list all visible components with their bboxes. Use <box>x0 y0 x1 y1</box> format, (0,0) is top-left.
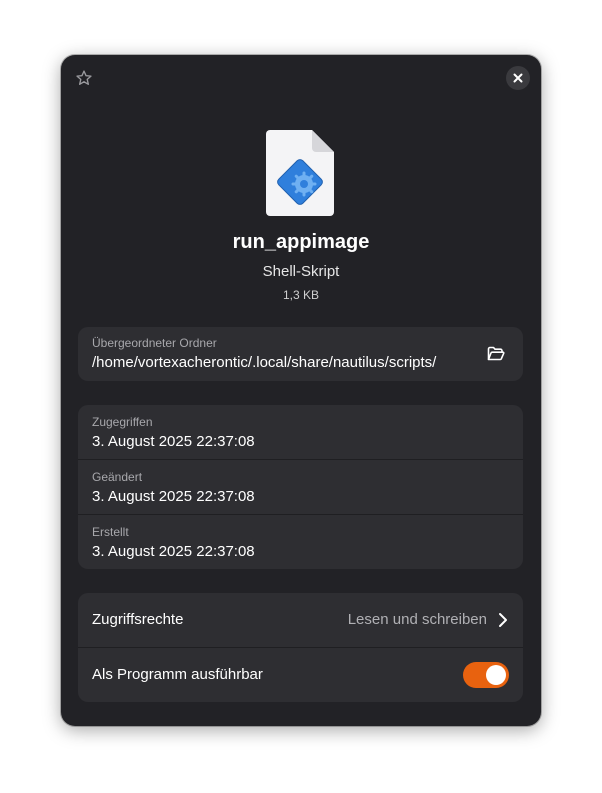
file-type: Shell-Skript <box>262 263 340 280</box>
parent-folder-path[interactable]: /home/vortexacherontic/.local/share/naut… <box>92 354 436 371</box>
parent-folder-card: Übergeordneter Ordner /home/vortexachero… <box>78 327 523 381</box>
open-parent-folder-button[interactable] <box>485 343 507 365</box>
date-row-accessed: Zugegriffen 3. August 2025 22:37:08 <box>78 405 523 459</box>
permissions-row[interactable]: Zugriffsrechte Lesen und schreiben <box>78 593 523 647</box>
dates-card: Zugegriffen 3. August 2025 22:37:08 Geän… <box>78 405 523 569</box>
date-row-modified: Geändert 3. August 2025 22:37:08 <box>78 460 523 514</box>
executable-toggle[interactable] <box>463 662 509 688</box>
accessed-label: Zugegriffen <box>92 415 153 429</box>
star-button[interactable] <box>73 67 95 89</box>
modified-label: Geändert <box>92 470 143 484</box>
toggle-knob <box>486 665 506 685</box>
accessed-value: 3. August 2025 22:37:08 <box>92 433 255 450</box>
permissions-value: Lesen und schreiben <box>347 611 487 628</box>
created-label: Erstellt <box>92 525 129 539</box>
parent-folder-label: Übergeordneter Ordner <box>92 336 217 350</box>
folder-open-icon <box>487 346 505 361</box>
properties-dialog: run_appimage Shell-Skript 1,3 KB Übergeo… <box>61 55 541 726</box>
file-name: run_appimage <box>232 231 370 253</box>
permissions-title: Zugriffsrechte <box>92 611 184 628</box>
permissions-card: Zugriffsrechte Lesen und schreiben Als P… <box>78 593 523 702</box>
date-row-created: Erstellt 3. August 2025 22:37:08 <box>78 515 523 569</box>
close-button[interactable] <box>506 66 530 90</box>
close-icon <box>513 73 523 83</box>
star-icon <box>76 70 92 85</box>
created-value: 3. August 2025 22:37:08 <box>92 543 255 560</box>
modified-value: 3. August 2025 22:37:08 <box>92 488 255 505</box>
script-file-icon <box>266 130 334 216</box>
chevron-right-icon <box>499 613 507 627</box>
file-size: 1,3 KB <box>282 288 320 302</box>
executable-row: Als Programm ausführbar <box>78 648 523 702</box>
executable-label: Als Programm ausführbar <box>92 666 263 683</box>
